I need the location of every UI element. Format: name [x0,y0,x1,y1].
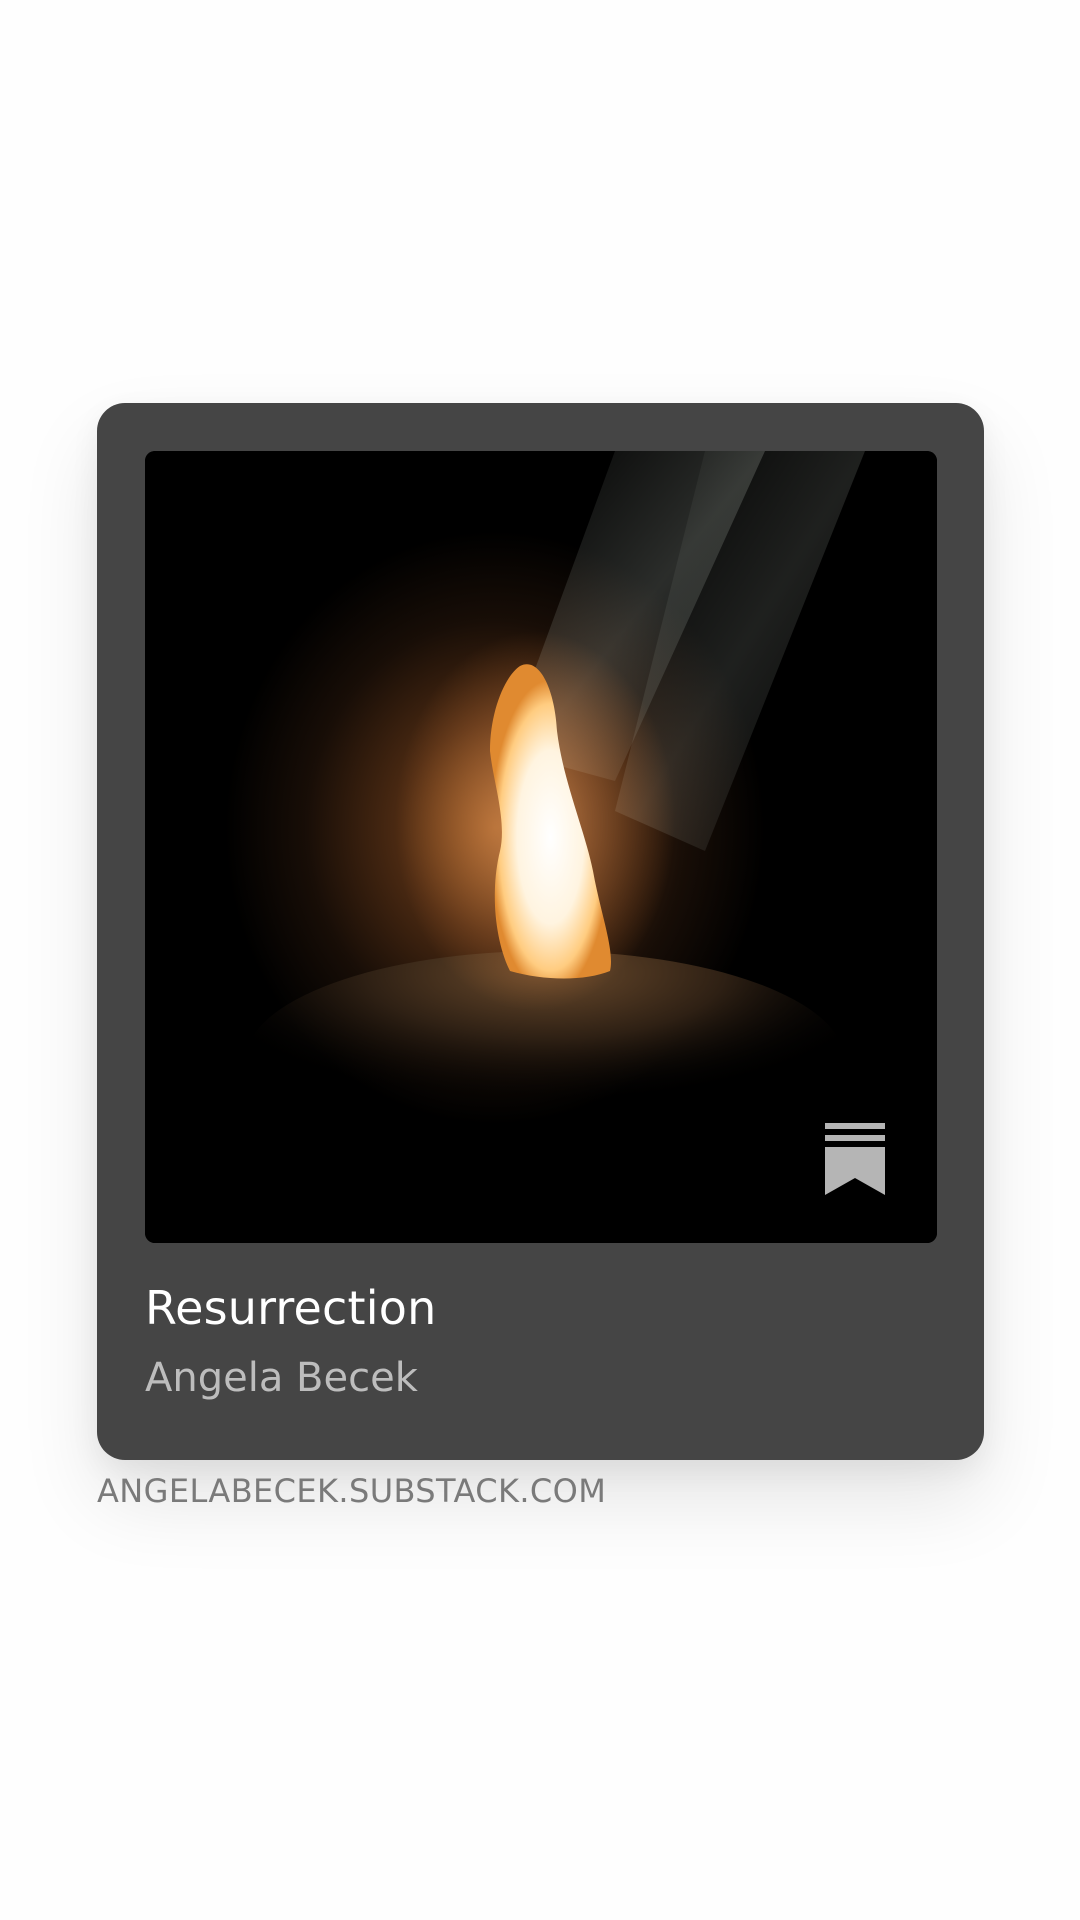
post-author: Angela Becek [145,1355,418,1401]
post-title[interactable]: Resurrection [145,1281,436,1335]
cover-image [145,451,937,1243]
substack-bookmark-icon [825,1123,885,1195]
publication-domain[interactable]: ANGELABECEK.SUBSTACK.COM [97,1472,606,1510]
post-card[interactable]: Resurrection Angela Becek [97,403,984,1460]
